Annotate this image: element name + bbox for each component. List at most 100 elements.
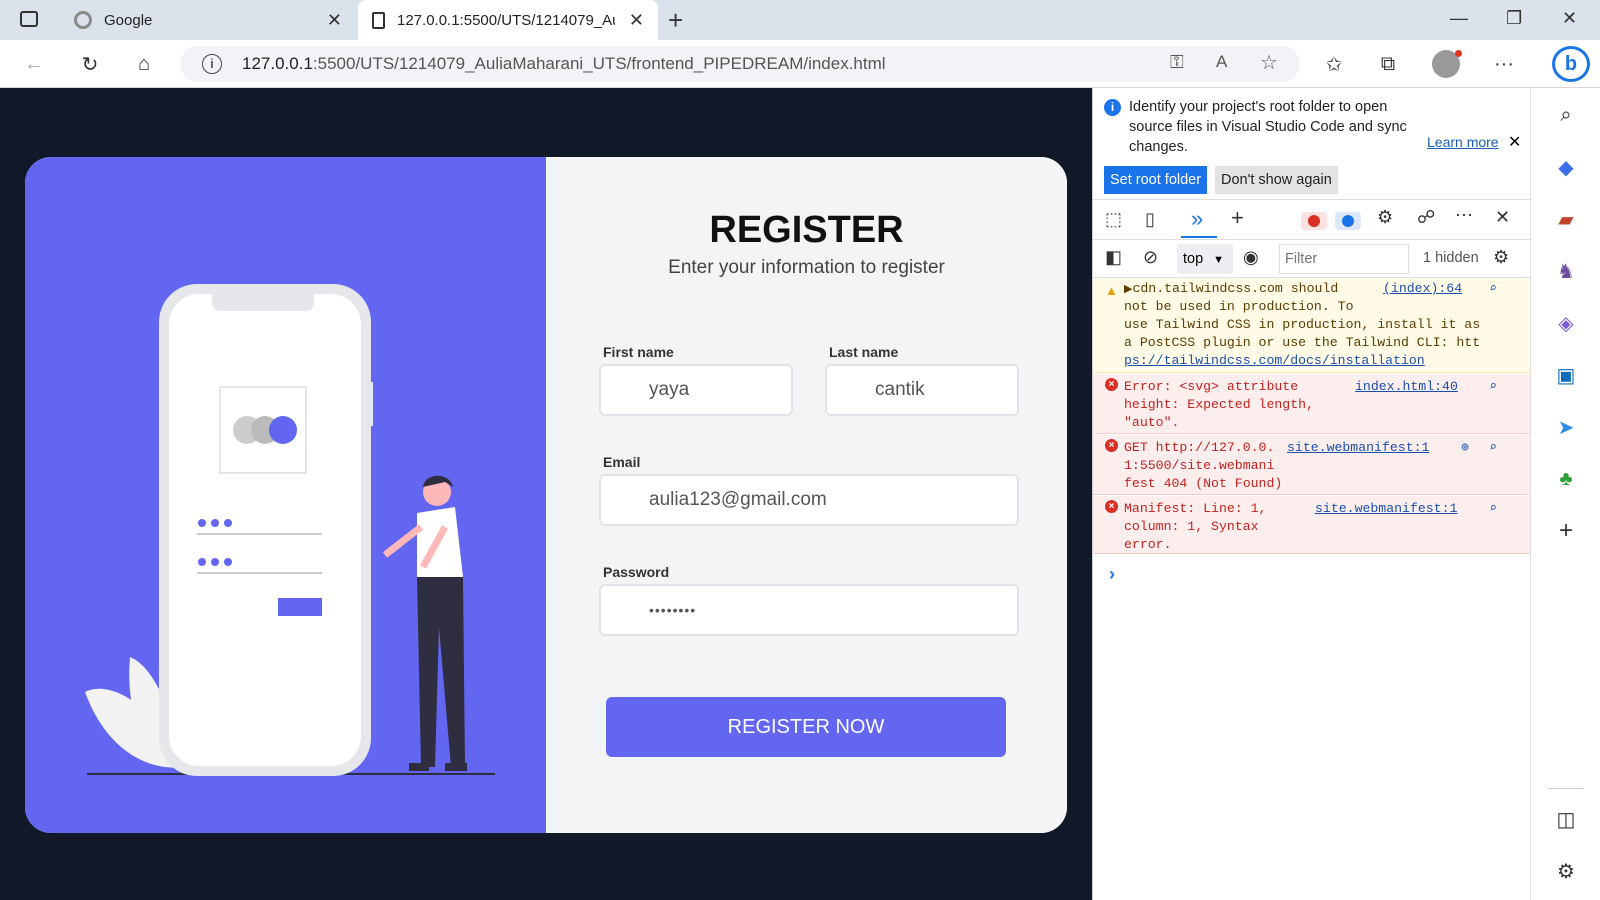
message-line: a PostCSS plugin or use the Tailwind CLI… bbox=[1124, 335, 1481, 350]
last-name-label: Last name bbox=[829, 344, 899, 360]
first-name-field[interactable]: yaya bbox=[599, 364, 793, 416]
warning-icon: ▲ bbox=[1105, 283, 1118, 298]
home-icon[interactable]: ⌂ bbox=[130, 50, 158, 78]
split-screen-icon[interactable]: ◫ bbox=[1553, 806, 1579, 832]
devtools-panel: i Identify your project's root folder to… bbox=[1092, 88, 1531, 900]
learn-more-link[interactable]: Learn more bbox=[1427, 134, 1499, 150]
games-icon[interactable]: ♞ bbox=[1553, 258, 1579, 284]
close-tab-icon[interactable]: ✕ bbox=[629, 10, 644, 31]
search-icon[interactable]: ⌕ bbox=[1489, 439, 1497, 457]
email-field[interactable]: aulia123@gmail.com bbox=[599, 474, 1019, 526]
network-icon[interactable]: ⊕ bbox=[1461, 439, 1469, 457]
error-count-icon[interactable] bbox=[1301, 212, 1327, 230]
message-line: not be used in production. To bbox=[1124, 299, 1354, 314]
close-window-icon[interactable]: ✕ bbox=[1562, 8, 1577, 29]
console-error: × Error: <svg> attribute height: Expecte… bbox=[1093, 374, 1531, 434]
connect-icon[interactable]: ☍ bbox=[1417, 207, 1435, 228]
set-root-folder-button[interactable]: Set root folder bbox=[1104, 166, 1208, 194]
more-tabs-icon[interactable]: » bbox=[1191, 206, 1203, 232]
info-icon[interactable]: i bbox=[202, 54, 222, 74]
restore-icon[interactable]: ❐ bbox=[1506, 8, 1522, 29]
address-bar[interactable]: i 127.0.0.1:5500/UTS/1214079_AuliaMahara… bbox=[180, 46, 1300, 82]
new-tab-icon[interactable]: + bbox=[668, 5, 683, 36]
sidebar-icon[interactable]: ◧ bbox=[1105, 247, 1122, 268]
tools-icon[interactable]: ▰ bbox=[1553, 206, 1579, 232]
back-icon[interactable]: ← bbox=[20, 50, 48, 78]
bing-icon[interactable]: b bbox=[1552, 46, 1590, 82]
office-icon[interactable]: ◈ bbox=[1553, 310, 1579, 336]
error-icon: × bbox=[1105, 500, 1118, 513]
collections-icon[interactable]: ⧉ bbox=[1374, 50, 1402, 78]
favorites-icon[interactable]: ✩ bbox=[1320, 50, 1348, 78]
source-link[interactable]: index.html:40 bbox=[1355, 378, 1458, 396]
console-warning: ▲ ▶cdn.tailwindcss.com should not be use… bbox=[1093, 278, 1531, 373]
tree-icon[interactable]: ♣ bbox=[1553, 466, 1579, 492]
filter-input[interactable] bbox=[1279, 244, 1409, 274]
illustration-panel bbox=[25, 157, 546, 833]
dropdown-icon: ▼ bbox=[1213, 254, 1225, 266]
eye-icon[interactable]: ◉ bbox=[1243, 247, 1259, 268]
active-tab-underline bbox=[1181, 236, 1217, 238]
more-icon[interactable]: ⋯ bbox=[1455, 205, 1473, 226]
url-host: 127.0.0.1 bbox=[242, 54, 313, 73]
message-line: GET http://127.0.0. bbox=[1124, 440, 1275, 455]
outlook-icon[interactable]: ▣ bbox=[1553, 362, 1579, 388]
issues-count-icon[interactable] bbox=[1335, 212, 1361, 230]
close-icon[interactable]: ✕ bbox=[1508, 132, 1521, 152]
page-title: REGISTER bbox=[709, 209, 904, 251]
source-link[interactable]: site.webmanifest:1 bbox=[1287, 439, 1429, 457]
search-icon[interactable]: ⌕ bbox=[1489, 280, 1497, 298]
google-icon bbox=[74, 11, 92, 29]
tab-google[interactable]: Google ✕ bbox=[64, 0, 356, 40]
hidden-count: 1 hidden bbox=[1423, 250, 1479, 266]
close-tab-icon[interactable]: ✕ bbox=[327, 10, 342, 31]
error-icon: × bbox=[1105, 378, 1118, 391]
phone-illustration bbox=[85, 284, 495, 776]
search-icon[interactable]: ⌕ bbox=[1489, 500, 1497, 518]
sidebar-toggle-icon[interactable] bbox=[20, 11, 38, 27]
source-link[interactable]: (index):64 bbox=[1383, 280, 1462, 298]
last-name-field[interactable]: cantik bbox=[825, 364, 1019, 416]
key-icon[interactable]: ⚿ bbox=[1170, 52, 1184, 73]
refresh-icon[interactable]: ↻ bbox=[76, 50, 104, 78]
message-line: cdn.tailwindcss.com should bbox=[1132, 281, 1339, 296]
password-field[interactable]: •••••••• bbox=[599, 584, 1019, 636]
infobar-text: Identify your project's root folder to o… bbox=[1129, 99, 1407, 155]
console-error: × GET http://127.0.0. 1:5500/site.webman… bbox=[1093, 435, 1531, 495]
devtools-infobar: i Identify your project's root folder to… bbox=[1093, 88, 1531, 200]
minimize-icon[interactable]: — bbox=[1450, 8, 1468, 29]
inspect-icon[interactable]: ⬚ bbox=[1105, 209, 1122, 230]
register-now-button[interactable]: REGISTER NOW bbox=[606, 697, 1006, 757]
send-icon[interactable]: ➤ bbox=[1553, 414, 1579, 440]
settings-icon[interactable]: ⚙ bbox=[1553, 858, 1579, 884]
tab-active[interactable]: 127.0.0.1:5500/UTS/1214079_AuliaMaharani… bbox=[358, 0, 658, 40]
password-label: Password bbox=[603, 564, 670, 580]
shopping-icon[interactable]: ◆ bbox=[1553, 154, 1579, 180]
form-panel: REGISTER Enter your information to regis… bbox=[546, 157, 1067, 833]
message-link[interactable]: ps://tailwindcss.com/docs/installation bbox=[1124, 352, 1425, 370]
add-icon[interactable]: + bbox=[1553, 517, 1579, 544]
device-toolbar-icon[interactable]: ▯ bbox=[1145, 209, 1155, 230]
source-link[interactable]: site.webmanifest:1 bbox=[1315, 500, 1457, 518]
message-line: column: 1, Syntax bbox=[1124, 519, 1259, 534]
console-settings-icon[interactable]: ⚙ bbox=[1493, 247, 1509, 268]
console-prompt[interactable]: › bbox=[1109, 564, 1115, 585]
read-aloud-icon[interactable]: A bbox=[1216, 52, 1227, 72]
settings-icon[interactable]: ⚙ bbox=[1377, 207, 1393, 228]
info-icon: i bbox=[1104, 99, 1121, 116]
add-tab-icon[interactable]: + bbox=[1231, 205, 1244, 231]
more-icon[interactable]: ··· bbox=[1490, 50, 1518, 78]
search-icon[interactable]: ⌕ bbox=[1553, 102, 1579, 128]
first-name-label: First name bbox=[603, 344, 674, 360]
favorite-add-icon[interactable]: ☆ bbox=[1260, 50, 1278, 75]
search-icon[interactable]: ⌕ bbox=[1489, 378, 1497, 396]
context-select[interactable]: top ▼ bbox=[1177, 244, 1233, 274]
page-subtitle: Enter your information to register bbox=[668, 257, 945, 278]
url-path: :5500/UTS/1214079_AuliaMaharani_UTS/fron… bbox=[312, 54, 886, 73]
dont-show-again-button[interactable]: Don't show again bbox=[1215, 166, 1338, 194]
notification-dot bbox=[1455, 50, 1462, 57]
url-text: 127.0.0.1:5500/UTS/1214079_AuliaMaharani… bbox=[242, 54, 886, 74]
close-devtools-icon[interactable]: ✕ bbox=[1495, 207, 1510, 228]
tab-label: Google bbox=[104, 11, 153, 29]
clear-console-icon[interactable]: ⊘ bbox=[1143, 247, 1158, 268]
